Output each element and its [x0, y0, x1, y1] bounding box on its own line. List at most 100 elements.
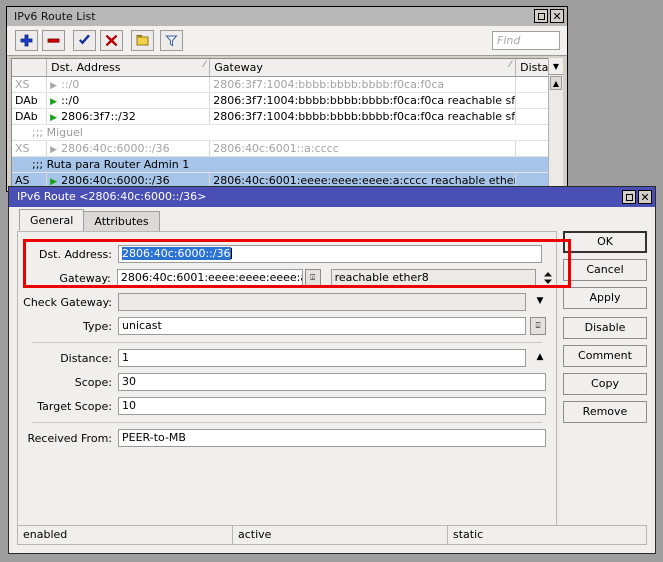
dialog-title: IPv6 Route <2806:40c:6000::/36> — [9, 187, 206, 207]
remove-button[interactable] — [42, 30, 65, 51]
column-header-flags[interactable] — [12, 59, 47, 76]
enable-button[interactable] — [73, 30, 96, 51]
table-row-comment[interactable]: ;;; Miguel — [12, 124, 562, 140]
row-gateway: 2806:3f7:1004:bbbb:bbbb:bbbb:f0ca:f0ca r… — [210, 108, 516, 124]
maximize-icon[interactable] — [534, 9, 548, 23]
route-arrow-icon: ▶ — [50, 145, 57, 155]
distance-input[interactable]: 1 — [118, 349, 526, 367]
target-scope-input[interactable]: 10 — [118, 397, 546, 415]
ok-button[interactable]: OK — [563, 231, 647, 253]
dialog-titlebar[interactable]: IPv6 Route <2806:40c:6000::/36> ✕ — [9, 187, 655, 207]
route-list-window: IPv6 Route List ✕ — [6, 6, 568, 192]
row-comment: ;;; Ruta para Router Admin 1 — [12, 156, 562, 172]
tab-attributes[interactable]: Attributes — [83, 211, 159, 231]
disable-button[interactable]: Disable — [563, 317, 647, 339]
maximize-icon[interactable] — [622, 190, 636, 204]
received-from-input[interactable]: PEER-to-MB — [118, 429, 546, 447]
check-gateway-input[interactable] — [118, 293, 526, 311]
route-list-toolbar: Find — [7, 26, 567, 56]
ipv6-route-dialog: IPv6 Route <2806:40c:6000::/36> ✕ Genera… — [8, 186, 656, 554]
status-cell-2: static — [448, 526, 646, 544]
up-down-arrows-icon — [543, 271, 553, 285]
route-list-titlebar[interactable]: IPv6 Route List ✕ — [7, 7, 567, 26]
gateway-status-value: reachable ether8 — [331, 269, 537, 287]
field-row-distance: Distance: 1 ▲ — [18, 348, 556, 368]
close-icon[interactable]: ✕ — [550, 9, 564, 23]
comment-button[interactable]: Comment — [563, 345, 647, 367]
cross-icon — [105, 34, 118, 47]
route-arrow-icon: ▶ — [50, 81, 57, 91]
field-row-check-gateway: Check Gateway: ▼ — [18, 292, 556, 312]
status-cell-0: enabled — [18, 526, 233, 544]
target-scope-label: Target Scope: — [18, 400, 118, 413]
search-input[interactable]: Find — [492, 31, 560, 50]
close-icon[interactable]: ✕ — [638, 190, 652, 204]
row-dst-address-value: 2806:40c:6000::/36 — [61, 174, 170, 187]
filter-button[interactable] — [160, 30, 183, 51]
scope-input[interactable]: 30 — [118, 373, 546, 391]
sort-indicator-icon: ⁄ — [204, 60, 206, 70]
gateway-spinner-icon[interactable] — [540, 269, 556, 287]
sort-indicator-icon: ⁄ — [510, 60, 512, 70]
received-from-label: Received From: — [18, 432, 118, 445]
gateway-dropdown-icon[interactable]: ⍗ — [305, 269, 321, 287]
gateway-input[interactable]: 2806:40c:6001:eeee:eeee:eeee:a:cc — [117, 269, 303, 287]
row-gateway: 2806:3f7:1004:bbbb:bbbb:bbbb:f0ca:f0ca r… — [210, 92, 516, 108]
row-gateway: 2806:3f7:1004:bbbb:bbbb:bbbb:f0ca:f0ca — [210, 76, 516, 92]
remove-button[interactable]: Remove — [563, 401, 647, 423]
type-dropdown-icon[interactable]: ⍗ — [530, 317, 546, 335]
dialog-button-column: OK Cancel Apply Disable Comment Copy Remove — [563, 231, 647, 429]
column-header-dst-address[interactable]: Dst. Address ⁄ — [47, 59, 210, 76]
field-row-type: Type: unicast ⍗ — [18, 316, 556, 336]
add-button[interactable] — [15, 30, 38, 51]
row-dst-address-value: 2806:3f7::/32 — [61, 110, 136, 123]
row-dst-address: ▶2806:3f7::/32 — [47, 108, 210, 124]
field-row-dst-address: Dst. Address: 2806:40c:6000::/36 — [18, 244, 556, 264]
check-gateway-label: Check Gateway: — [18, 296, 118, 309]
row-dst-address: ▶ 2806:40c:6000::/36 — [47, 140, 210, 156]
table-row-comment[interactable]: ;;; Ruta para Router Admin 1 — [12, 156, 562, 172]
field-row-received-from: Received From: PEER-to-MB — [18, 428, 556, 448]
route-table: Dst. Address ⁄ Gateway ⁄ Distance XS▶::/… — [11, 58, 563, 188]
dst-address-label: Dst. Address: — [18, 248, 118, 261]
table-header-row: Dst. Address ⁄ Gateway ⁄ Distance — [12, 59, 562, 76]
dst-address-input[interactable]: 2806:40c:6000::/36 — [118, 245, 542, 263]
row-dst-address-value: 2806:40c:6000::/36 — [61, 142, 170, 155]
table-row[interactable]: XS▶2806:40c:6000::/362806:40c:6001::a:cc… — [12, 140, 562, 156]
cancel-button[interactable]: Cancel — [563, 259, 647, 281]
table-row[interactable]: DAb▶::/02806:3f7:1004:bbbb:bbbb:bbbb:f0c… — [12, 92, 562, 108]
row-flags: XS — [12, 140, 47, 156]
type-label: Type: — [18, 320, 118, 333]
plus-icon — [20, 34, 33, 47]
table-row[interactable]: XS▶::/02806:3f7:1004:bbbb:bbbb:bbbb:f0ca… — [12, 76, 562, 92]
distance-spinner-icon[interactable]: ▲ — [532, 349, 548, 367]
comment-button[interactable] — [131, 30, 154, 51]
dialog-tabs: General Attributes — [19, 209, 159, 231]
row-dst-address: ▶::/0 — [47, 92, 210, 108]
note-icon — [136, 34, 150, 47]
apply-button[interactable]: Apply — [563, 287, 647, 309]
disable-button[interactable] — [100, 30, 123, 51]
dst-address-value: 2806:40c:6000::/36 — [122, 247, 231, 260]
route-table-body: Dst. Address ⁄ Gateway ⁄ Distance XS▶::/… — [12, 59, 562, 188]
table-row[interactable]: DAb▶2806:3f7::/322806:3f7:1004:bbbb:bbbb… — [12, 108, 562, 124]
row-dst-address: ▶::/0 — [47, 76, 210, 92]
field-row-target-scope: Target Scope: 10 — [18, 396, 556, 416]
route-list-window-controls: ✕ — [534, 9, 564, 23]
tab-general[interactable]: General — [19, 209, 84, 231]
row-dst-address-value: ::/0 — [61, 94, 79, 107]
row-comment: ;;; Miguel — [12, 124, 562, 140]
route-list-title: IPv6 Route List — [7, 7, 96, 26]
row-dst-address-value: ::/0 — [61, 78, 79, 91]
minus-icon — [47, 34, 60, 47]
column-header-gateway[interactable]: Gateway ⁄ — [210, 59, 516, 76]
type-input[interactable]: unicast — [118, 317, 526, 335]
copy-button[interactable]: Copy — [563, 373, 647, 395]
check-icon — [78, 34, 91, 47]
check-gateway-dropdown-icon[interactable]: ▼ — [532, 293, 548, 311]
table-vertical-scrollbar[interactable]: ▼ ▲ — [548, 58, 563, 188]
dialog-window-controls: ✕ — [622, 190, 652, 204]
row-flags: DAb — [12, 108, 47, 124]
scroll-up-button[interactable]: ▲ — [550, 76, 562, 90]
column-menu-icon[interactable]: ▼ — [549, 58, 563, 75]
